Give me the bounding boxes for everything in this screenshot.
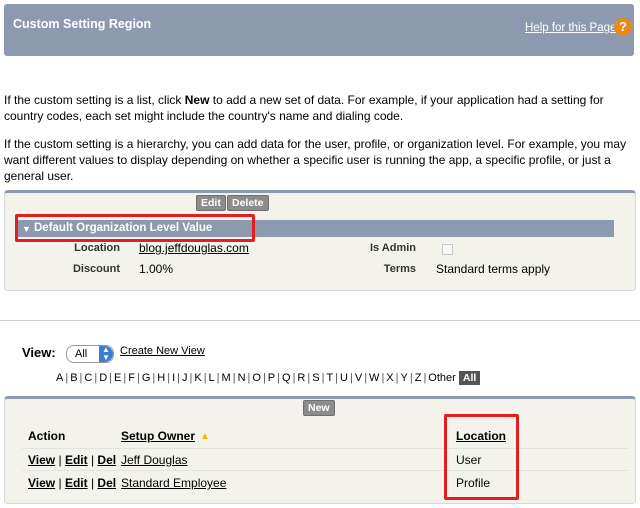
- is-admin-label: Is Admin: [369, 242, 416, 254]
- alpha-separator: |: [216, 372, 220, 384]
- alpha-separator: |: [262, 372, 266, 384]
- alpha-letter[interactable]: F: [128, 372, 135, 384]
- alpha-letter[interactable]: U: [340, 372, 348, 384]
- sort-ascending-icon: ▲: [200, 431, 210, 442]
- alpha-separator: |: [232, 372, 236, 384]
- alpha-separator: |: [395, 372, 399, 384]
- alpha-letter[interactable]: L: [209, 372, 215, 384]
- location-value-link[interactable]: blog.jeffdouglas.com: [139, 241, 249, 255]
- alpha-separator: |: [177, 372, 180, 384]
- row-del-link[interactable]: Del: [97, 453, 116, 467]
- alpha-separator: |: [349, 372, 353, 384]
- row-divider: [22, 470, 628, 471]
- highlight-box-section: [15, 214, 255, 242]
- table-row: View | Edit | Del: [28, 476, 117, 490]
- alpha-letter[interactable]: Q: [282, 372, 291, 384]
- page-title: Custom Setting Region: [13, 17, 152, 31]
- discount-label: Discount: [72, 263, 120, 275]
- question-icon[interactable]: ?: [614, 18, 632, 36]
- alpha-letter[interactable]: X: [386, 372, 393, 384]
- delete-button[interactable]: Delete: [227, 195, 269, 211]
- table-row: View | Edit | Del: [28, 453, 117, 467]
- alpha-separator: |: [109, 372, 113, 384]
- row-divider: [22, 448, 628, 449]
- alpha-other[interactable]: Other: [428, 372, 456, 384]
- highlight-box-location: [444, 414, 519, 500]
- column-action: Action: [28, 429, 66, 443]
- alpha-letter[interactable]: O: [252, 372, 261, 384]
- help-link[interactable]: Help for this Page: [525, 22, 616, 34]
- terms-label: Terms: [383, 263, 416, 275]
- alpha-separator: |: [409, 372, 413, 384]
- row-owner-link[interactable]: Jeff Douglas: [121, 453, 188, 467]
- row-edit-link[interactable]: Edit: [65, 453, 88, 467]
- row-del-link[interactable]: Del: [97, 476, 116, 490]
- alpha-letter[interactable]: D: [99, 372, 107, 384]
- location-label: Location: [74, 242, 120, 254]
- row-edit-link[interactable]: Edit: [65, 476, 88, 490]
- column-setup-owner[interactable]: Setup Owner: [121, 429, 195, 443]
- intro-paragraph-hierarchy: If the custom setting is a hierarchy, yo…: [4, 137, 627, 183]
- new-button[interactable]: New: [303, 400, 335, 416]
- terms-value: Standard terms apply: [436, 262, 551, 276]
- alpha-letter[interactable]: K: [194, 372, 201, 384]
- alpha-separator: |: [136, 372, 140, 384]
- alpha-letter[interactable]: N: [238, 372, 246, 384]
- alpha-all[interactable]: All: [458, 371, 481, 385]
- view-selected-value: All: [75, 348, 88, 360]
- alpha-separator: |: [203, 372, 207, 384]
- row-view-link[interactable]: View: [28, 476, 55, 490]
- select-stepper-icon: ▲ ▼: [99, 346, 113, 362]
- intro-paragraph-list: If the custom setting is a list, click N…: [4, 93, 604, 123]
- alpha-letter[interactable]: M: [222, 372, 231, 384]
- row-view-link[interactable]: View: [28, 453, 55, 467]
- alpha-letter[interactable]: Y: [401, 372, 408, 384]
- create-new-view-link[interactable]: Create New View: [120, 345, 205, 357]
- alpha-separator: |: [277, 372, 280, 384]
- alphabet-filter: A | B | C | D | E | F | G | H | I | J | K | L | M | N | O | P | Q | R | S | T |…: [56, 371, 481, 385]
- alpha-letter[interactable]: B: [70, 372, 77, 384]
- new-keyword: New: [184, 93, 210, 107]
- is-admin-checkbox: [442, 244, 453, 255]
- view-label: View:: [22, 345, 56, 360]
- row-owner-link[interactable]: Standard Employee: [121, 476, 226, 490]
- alpha-letter[interactable]: W: [369, 372, 379, 384]
- discount-value: 1.00%: [139, 262, 174, 276]
- edit-button[interactable]: Edit: [196, 195, 226, 211]
- divider: [0, 320, 640, 321]
- view-select[interactable]: All ▲ ▼: [66, 345, 114, 363]
- alpha-letter[interactable]: S: [312, 372, 319, 384]
- alpha-letter[interactable]: H: [157, 372, 165, 384]
- alpha-separator: |: [335, 372, 339, 384]
